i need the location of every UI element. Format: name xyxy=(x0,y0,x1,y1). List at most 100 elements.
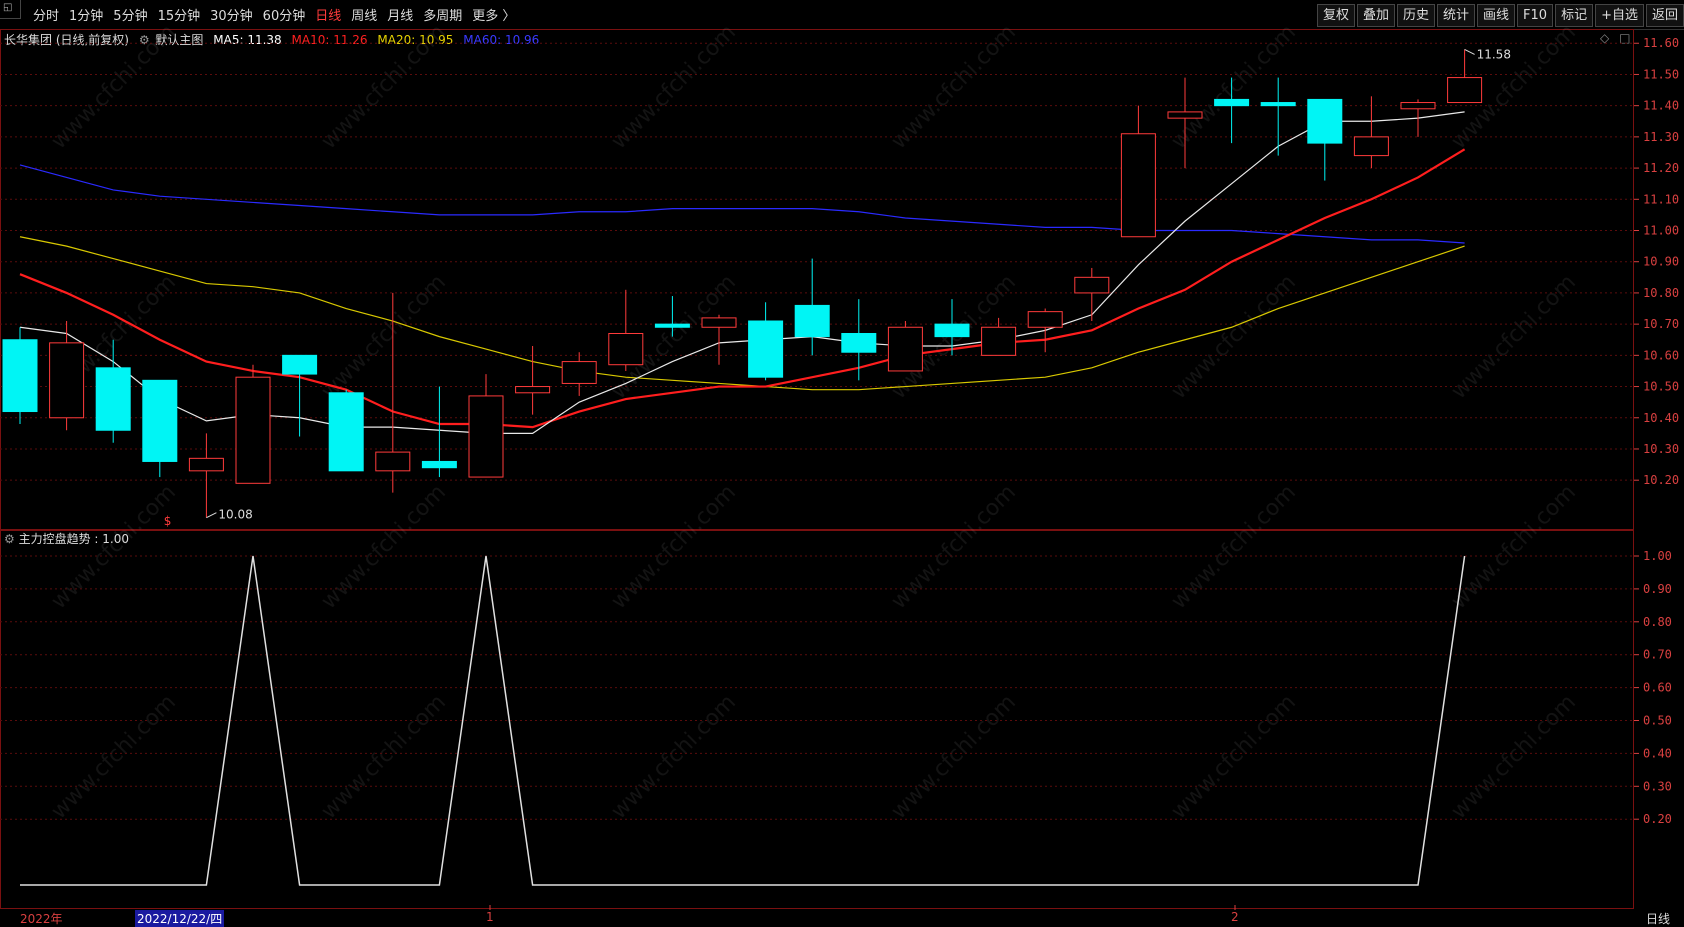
candle-body xyxy=(701,317,737,328)
main-y-tick-label: 11.20 xyxy=(1643,161,1679,175)
ma60-label: MA60: 10.96 xyxy=(463,33,540,47)
candle-body xyxy=(2,339,38,413)
kline-chart[interactable]: www.cfchi.com www.cfchi.com www.cfchi.com w… xyxy=(0,0,1684,924)
trend-line xyxy=(20,555,1466,886)
ma20-line xyxy=(19,236,1465,391)
candle-body xyxy=(1260,102,1296,107)
main-info-line: 长华集团 (日线,前复权) ⚙ 默认主图 MA5: 11.38 MA10: 11… xyxy=(4,31,539,48)
toolbar-button-5[interactable]: F10 xyxy=(1517,4,1554,27)
watermark-text: www.cfchi.com xyxy=(1167,270,1301,404)
main-y-tick-label: 10.50 xyxy=(1643,380,1679,394)
candle-body xyxy=(841,332,877,353)
toolbar-button-3[interactable]: 统计 xyxy=(1437,4,1476,27)
main-y-tick-label: 10.20 xyxy=(1643,473,1679,487)
tab-period-2[interactable]: 5分钟 xyxy=(108,5,152,24)
tab-period-6[interactable]: 日线 xyxy=(310,5,346,24)
candle-body xyxy=(1307,98,1343,144)
candle-body xyxy=(468,395,504,478)
high-price-label: 11.58 xyxy=(1477,47,1511,61)
toolbar-button-2[interactable]: 历史 xyxy=(1396,4,1435,27)
candle-body xyxy=(1167,111,1203,119)
tab-period-5[interactable]: 60分钟 xyxy=(258,5,311,24)
sub-y-tick-label: 0.70 xyxy=(1643,648,1672,662)
diamond-icon[interactable]: ◇ xyxy=(1600,31,1609,45)
high-pointer xyxy=(1464,49,1475,55)
tab-period-4[interactable]: 30分钟 xyxy=(205,5,258,24)
watermark-text: www.cfchi.com xyxy=(887,270,1021,404)
main-y-tick-label: 11.00 xyxy=(1643,224,1679,238)
tab-period-7[interactable]: 周线 xyxy=(346,5,382,24)
tab-period-10[interactable]: 更多 〉 xyxy=(467,5,520,24)
watermark-text: www.cfchi.com xyxy=(1447,270,1581,404)
candle-body xyxy=(887,326,923,372)
toolbar-button-7[interactable]: +自选 xyxy=(1595,4,1644,27)
toolbar-button-0[interactable]: 复权 xyxy=(1316,4,1355,27)
candle-body xyxy=(1353,136,1389,157)
sub-settings-icon[interactable]: ⚙ xyxy=(4,532,15,546)
candle-body xyxy=(142,379,178,462)
cursor-date: 2022/12/22/四 xyxy=(135,910,225,927)
year-label: 2022年 xyxy=(20,912,63,926)
watermark-text: www.cfchi.com xyxy=(47,480,181,614)
tab-period-9[interactable]: 多周期 xyxy=(418,5,467,24)
corner-box[interactable]: ◱ xyxy=(0,0,21,19)
date-axis: 2022年 2022/12/22/四 1 2 日线 xyxy=(0,910,1684,927)
main-y-tick-label: 10.80 xyxy=(1643,286,1679,300)
candle-body xyxy=(515,386,551,394)
candle-body xyxy=(188,457,224,472)
sub-panel-border xyxy=(0,530,1634,909)
watermark-text: www.cfchi.com xyxy=(607,690,741,824)
watermark-text: www.cfchi.com xyxy=(1447,690,1581,824)
tab-period-8[interactable]: 月线 xyxy=(382,5,418,24)
candle-body xyxy=(282,354,318,375)
sub-y-tick-label: 0.30 xyxy=(1643,779,1672,793)
candle-body xyxy=(794,304,830,338)
sub-y-tick-label: 0.90 xyxy=(1643,582,1672,596)
watermark-text: www.cfchi.com xyxy=(47,690,181,824)
candle-body xyxy=(561,361,597,384)
watermark-text: www.cfchi.com xyxy=(887,480,1021,614)
candle-body xyxy=(654,323,690,328)
toolbar-button-4[interactable]: 画线 xyxy=(1477,4,1516,27)
ma5-label: MA5: 11.38 xyxy=(213,33,282,47)
candle-body xyxy=(49,342,85,419)
candle-body xyxy=(95,367,131,431)
candle-body xyxy=(1214,98,1250,107)
candle-body xyxy=(1400,102,1436,110)
candle-body xyxy=(1447,77,1483,104)
close-panel-icon[interactable]: □ xyxy=(1619,31,1630,45)
toolbar-button-6[interactable]: 标记 xyxy=(1555,4,1594,27)
main-y-tick-label: 10.40 xyxy=(1643,411,1679,425)
watermark-text: www.cfchi.com xyxy=(887,690,1021,824)
main-y-tick-label: 10.70 xyxy=(1643,317,1679,331)
low-price-label: 10.08 xyxy=(218,508,252,522)
watermark-text: www.cfchi.com xyxy=(47,270,181,404)
tab-period-0[interactable]: 分时 xyxy=(28,5,64,24)
main-y-tick-label: 11.60 xyxy=(1643,36,1679,50)
watermark-text: www.cfchi.com xyxy=(317,480,451,614)
tab-period-1[interactable]: 1分钟 xyxy=(64,5,108,24)
indicator-name[interactable]: 默认主图 xyxy=(155,33,203,47)
toolbar-button-8[interactable]: 返回 xyxy=(1645,4,1684,27)
toolbar-button-1[interactable]: 叠加 xyxy=(1356,4,1395,27)
toolbar-right-buttons: 复权 叠加 历史 统计 画线 F10 标记 +自选 返回 xyxy=(1316,4,1684,27)
candle-body xyxy=(981,326,1017,356)
sub-indicator-title: ⚙ 主力控盘趋势 : 1.00 xyxy=(4,530,129,547)
watermark-text: www.cfchi.com xyxy=(1447,20,1581,154)
ma10-line xyxy=(19,148,1466,429)
candle-body xyxy=(934,323,970,338)
watermark-text: www.cfchi.com xyxy=(1167,480,1301,614)
main-panel-border xyxy=(0,29,1634,530)
indicator-settings-icon[interactable]: ⚙ xyxy=(139,33,150,47)
candle-body xyxy=(421,460,457,469)
watermark-text: www.cfchi.com xyxy=(317,270,451,404)
signal-marker: $ xyxy=(164,514,172,528)
ma5-line xyxy=(19,111,1465,434)
ma20-label: MA20: 10.95 xyxy=(377,33,454,47)
sub-y-tick-label: 0.80 xyxy=(1643,615,1672,629)
sub-indicator-label: 主力控盘趋势 : 1.00 xyxy=(18,532,129,546)
main-y-tick-label: 11.30 xyxy=(1643,130,1679,144)
tab-period-3[interactable]: 15分钟 xyxy=(153,5,206,24)
sub-y-tick-label: 1.00 xyxy=(1643,549,1672,563)
watermark-text: www.cfchi.com xyxy=(1167,20,1301,154)
